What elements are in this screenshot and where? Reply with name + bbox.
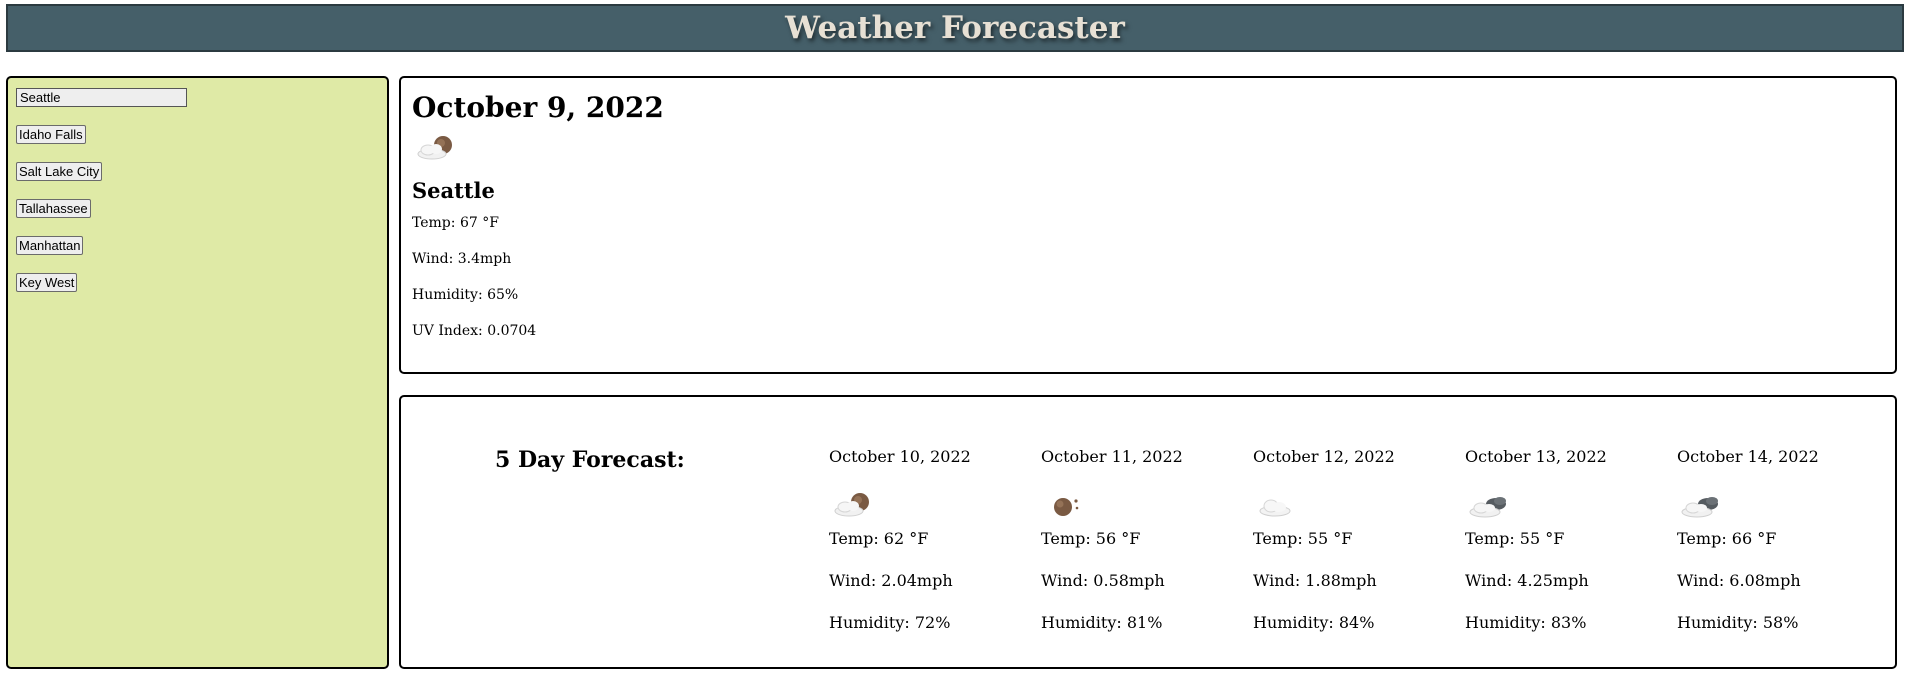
- city-button-manhattan[interactable]: Manhattan: [16, 236, 84, 255]
- city-search-input[interactable]: [16, 88, 187, 107]
- forecast-humidity: Humidity: 83%: [1465, 613, 1587, 632]
- forecast-day-card: October 10, 2022 Temp: 62 °F Wind: 2.04m…: [829, 447, 1029, 655]
- forecast-temp: Temp: 66 °F: [1677, 529, 1777, 548]
- forecast-day-card: October 14, 2022 Temp: 66 °F Wind: 6.08m…: [1677, 447, 1877, 655]
- city-button-tallahassee[interactable]: Tallahassee: [16, 199, 91, 218]
- forecast-humidity: Humidity: 58%: [1677, 613, 1799, 632]
- current-wind: Wind: 3.4mph: [412, 251, 512, 267]
- broken-clouds-icon: [1677, 487, 1877, 529]
- current-date: October 9, 2022: [412, 91, 664, 124]
- current-humidity: Humidity: 65%: [412, 287, 519, 303]
- app-header: Weather Forecaster: [6, 4, 1904, 52]
- forecast-title: 5 Day Forecast:: [495, 447, 685, 473]
- current-city-name: Seattle: [412, 178, 495, 203]
- current-weather-panel: October 9, 2022 Seattle Temp: 67 °F Wind…: [399, 76, 1897, 374]
- forecast-wind: Wind: 0.58mph: [1041, 571, 1165, 590]
- forecast-humidity: Humidity: 72%: [829, 613, 951, 632]
- forecast-temp: Temp: 55 °F: [1465, 529, 1565, 548]
- forecast-date: October 11, 2022: [1041, 447, 1183, 466]
- forecast-day-card: October 13, 2022 Temp: 55 °F Wind: 4.25m…: [1465, 447, 1665, 655]
- clear-night-icon: [1041, 487, 1241, 529]
- forecast-date: October 14, 2022: [1677, 447, 1819, 466]
- app-title: Weather Forecaster: [785, 10, 1125, 46]
- city-button-salt-lake-city[interactable]: Salt Lake City: [16, 162, 103, 181]
- forecast-wind: Wind: 4.25mph: [1465, 571, 1589, 590]
- city-button-idaho-falls[interactable]: Idaho Falls: [16, 125, 86, 144]
- forecast-day-card: October 12, 2022 Temp: 55 °F Wind: 1.88m…: [1253, 447, 1453, 655]
- forecast-date: October 13, 2022: [1465, 447, 1607, 466]
- forecast-temp: Temp: 55 °F: [1253, 529, 1353, 548]
- cloud-icon: [1253, 487, 1453, 529]
- partly-cloudy-night-icon: [829, 487, 1029, 529]
- forecast-temp: Temp: 62 °F: [829, 529, 929, 548]
- city-sidebar: Idaho Falls Salt Lake City Tallahassee M…: [6, 76, 389, 669]
- forecast-wind: Wind: 2.04mph: [829, 571, 953, 590]
- forecast-wind: Wind: 1.88mph: [1253, 571, 1377, 590]
- forecast-temp: Temp: 56 °F: [1041, 529, 1141, 548]
- forecast-date: October 12, 2022: [1253, 447, 1395, 466]
- current-uv-index: UV Index: 0.0704: [412, 323, 537, 339]
- broken-clouds-icon: [1465, 487, 1665, 529]
- forecast-humidity: Humidity: 84%: [1253, 613, 1375, 632]
- forecast-day-card: October 11, 2022 Temp: 56 °F Wind: 0.58m…: [1041, 447, 1241, 655]
- city-button-key-west[interactable]: Key West: [16, 273, 78, 292]
- partly-cloudy-night-icon: [412, 130, 1884, 174]
- forecast-humidity: Humidity: 81%: [1041, 613, 1163, 632]
- forecast-wind: Wind: 6.08mph: [1677, 571, 1801, 590]
- current-temp: Temp: 67 °F: [412, 215, 499, 231]
- five-day-forecast-panel: 5 Day Forecast: October 10, 2022 Temp: 6…: [399, 395, 1897, 669]
- forecast-date: October 10, 2022: [829, 447, 971, 466]
